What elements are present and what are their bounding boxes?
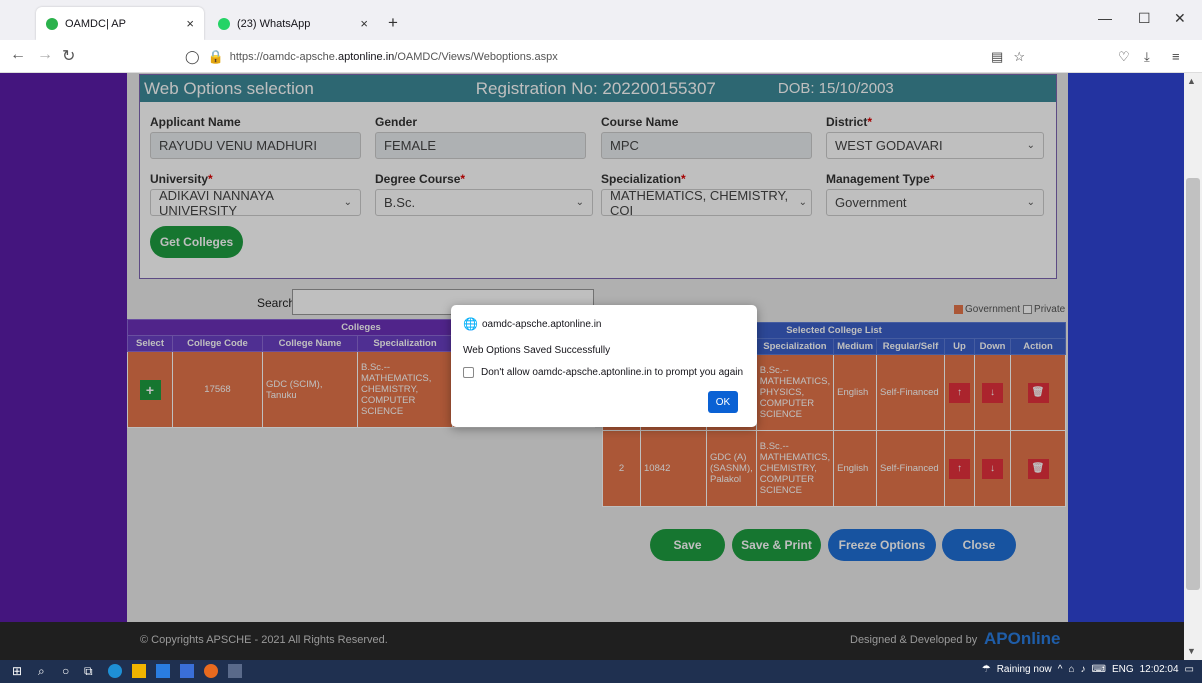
maximize-icon[interactable]: ☐ bbox=[1138, 10, 1151, 27]
app-icon[interactable] bbox=[228, 664, 242, 678]
url-prefix: https://oamdc-apsche. bbox=[229, 51, 338, 63]
oamdc-favicon-icon bbox=[46, 17, 58, 30]
forward-icon[interactable]: → bbox=[37, 46, 53, 64]
network-icon[interactable]: ⌂ bbox=[1068, 664, 1074, 675]
search-icon[interactable]: ⌕ bbox=[38, 664, 52, 678]
mail-icon[interactable] bbox=[156, 664, 170, 678]
scroll-down-icon[interactable]: ▼ bbox=[1187, 646, 1196, 656]
dont-allow-label: Don't allow oamdc-apsche.aptonline.in to… bbox=[481, 367, 744, 378]
volume-icon[interactable]: ♪ bbox=[1081, 664, 1086, 675]
menu-icon[interactable]: ≡ bbox=[1172, 49, 1180, 64]
scroll-up-icon[interactable]: ▲ bbox=[1187, 76, 1196, 86]
minimize-icon[interactable]: — bbox=[1098, 10, 1112, 26]
cortana-icon[interactable]: ○ bbox=[62, 664, 76, 678]
notification-icon[interactable]: ▭ bbox=[1185, 664, 1194, 675]
store-icon[interactable] bbox=[180, 664, 194, 678]
tab-oamdc[interactable]: OAMDC| AP × bbox=[36, 7, 204, 40]
new-tab-icon[interactable]: + bbox=[388, 13, 398, 33]
reader-view-icon[interactable]: ▤ bbox=[991, 49, 1003, 65]
task-view-icon[interactable]: ⧉ bbox=[84, 664, 98, 678]
dont-allow-checkbox[interactable] bbox=[463, 367, 474, 378]
lock-icon: 🔒 bbox=[207, 49, 224, 64]
close-icon[interactable]: × bbox=[360, 16, 368, 31]
close-icon[interactable]: × bbox=[186, 16, 194, 31]
language-indicator[interactable]: ENG bbox=[1112, 664, 1134, 675]
firefox-icon[interactable] bbox=[204, 664, 218, 678]
url-bar[interactable]: ◯ 🔒 https://oamdc-apsche. aptonline.in/OA… bbox=[185, 46, 1025, 68]
chevron-up-icon[interactable]: ^ bbox=[1058, 664, 1063, 675]
windows-start-icon[interactable]: ⊞ bbox=[12, 664, 26, 678]
ok-button[interactable]: OK bbox=[708, 391, 738, 413]
clock[interactable]: 12:02:04 bbox=[1140, 664, 1179, 675]
file-explorer-icon[interactable] bbox=[132, 664, 146, 678]
weather-icon: ☂ bbox=[981, 664, 991, 675]
url-path: /OAMDC/Views/Weboptions.aspx bbox=[394, 51, 558, 63]
reload-icon[interactable]: ↻ bbox=[62, 46, 75, 66]
globe-icon: 🌐 bbox=[463, 317, 478, 331]
keyboard-icon[interactable]: ⌨ bbox=[1092, 664, 1106, 675]
dialog-message: Web Options Saved Successfully bbox=[463, 345, 611, 356]
tab-label: (23) WhatsApp bbox=[237, 17, 311, 30]
edge-icon[interactable] bbox=[108, 664, 122, 678]
url-domain: aptonline.in bbox=[337, 51, 395, 63]
system-tray: ☂ Raining now ^ ⌂ ♪ ⌨ ENG 12:02:04 ▭ bbox=[982, 664, 1194, 675]
close-window-icon[interactable]: ✕ bbox=[1174, 10, 1186, 27]
download-icon[interactable]: ⤓ bbox=[1144, 49, 1150, 65]
weather-text: Raining now bbox=[996, 664, 1052, 675]
shield-icon: ◯ bbox=[185, 49, 200, 64]
back-icon[interactable]: ← bbox=[10, 46, 26, 64]
dialog-origin: oamdc-apsche.aptonline.in bbox=[481, 318, 602, 330]
bookmark-star-icon[interactable]: ☆ bbox=[1013, 49, 1025, 65]
tab-whatsapp[interactable]: (23) WhatsApp × bbox=[208, 7, 378, 40]
scrollbar-thumb[interactable] bbox=[1186, 178, 1200, 590]
tab-label: OAMDC| AP bbox=[65, 17, 126, 30]
pocket-icon[interactable]: ♡ bbox=[1118, 49, 1130, 65]
whatsapp-favicon-icon bbox=[218, 17, 230, 30]
